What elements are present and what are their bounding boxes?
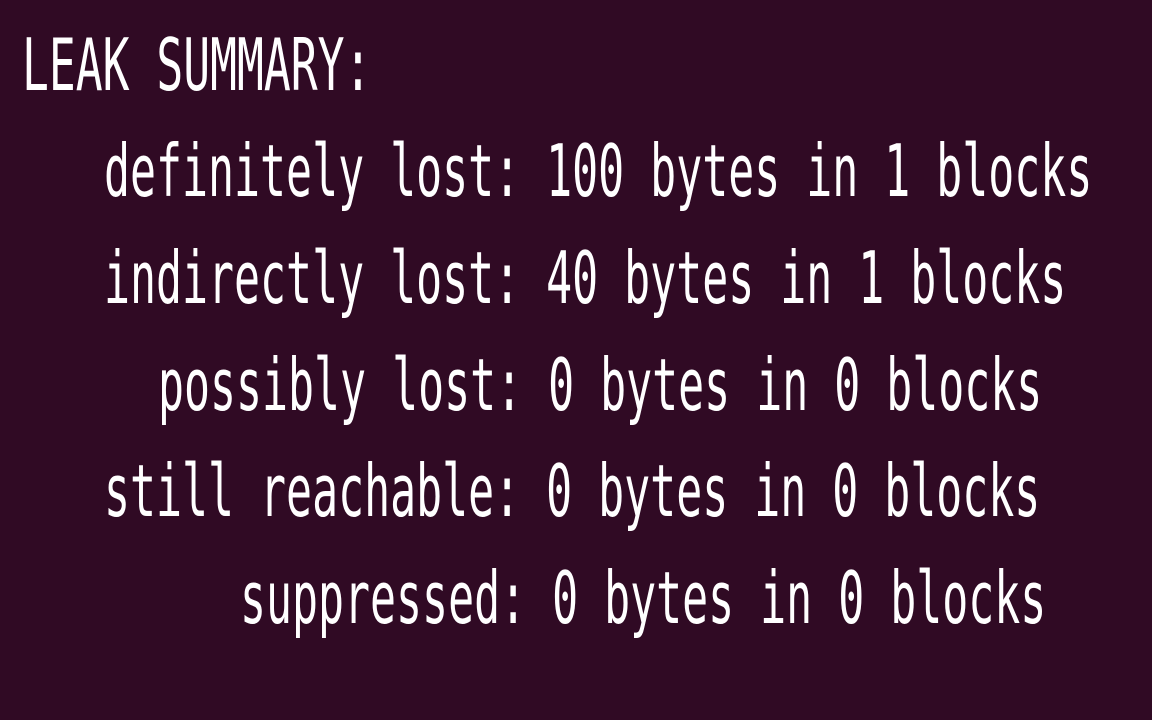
definitely-lost-line: definitely lost: 100 bytes in 1 blocks [104, 129, 1093, 213]
indirectly-lost-line: indirectly lost: 40 bytes in 1 blocks [104, 236, 1067, 320]
suppressed-line: suppressed: 0 bytes in 0 blocks [240, 556, 1047, 640]
leak-summary-heading: LEAK SUMMARY: [22, 23, 372, 107]
possibly-lost-line: possibly lost: 0 bytes in 0 blocks [158, 343, 1043, 427]
terminal-window[interactable]: LEAK SUMMARY: definitely lost: 100 bytes… [0, 0, 1152, 720]
still-reachable-line: still reachable: 0 bytes in 0 blocks [104, 449, 1041, 533]
